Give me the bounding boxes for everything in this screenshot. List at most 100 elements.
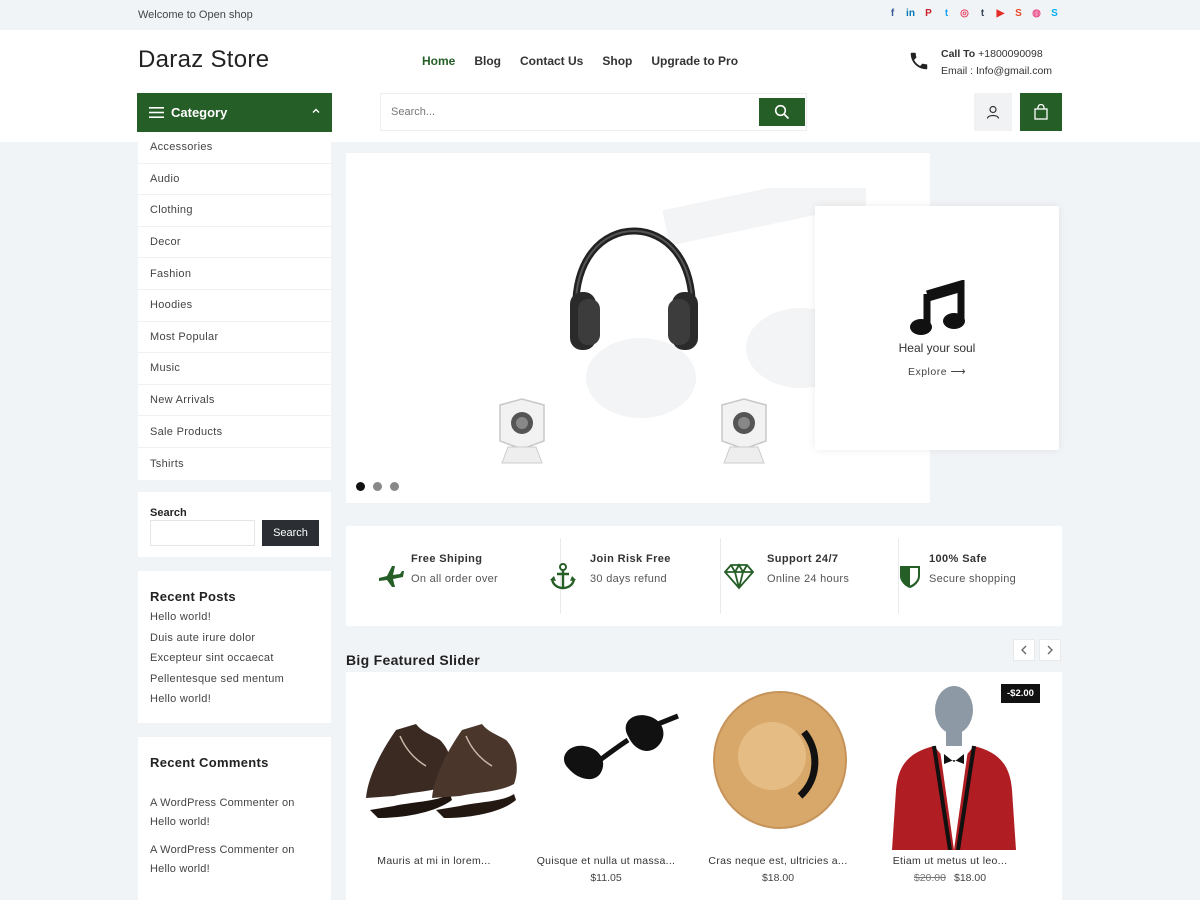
call-number[interactable]: +1800090098 [978, 48, 1043, 60]
featured-products: Mauris at mi in lorem... Quisque et null… [346, 672, 1062, 900]
product-card[interactable]: Cras neque est, ultricies a... $18.00 [692, 672, 864, 900]
feature-item: Join Risk Free 30 days refund [549, 538, 721, 614]
main-nav: Home Blog Contact Us Shop Upgrade to Pro [422, 54, 738, 68]
search-icon [774, 104, 790, 120]
nav-blog[interactable]: Blog [474, 54, 501, 68]
product-name[interactable]: Quisque et nulla ut massa... [520, 855, 692, 867]
product-name[interactable]: Cras neque est, ultricies a... [692, 855, 864, 867]
site-header: Daraz Store Home Blog Contact Us Shop Up… [0, 30, 1200, 142]
stumbleupon-icon[interactable]: S [1013, 8, 1024, 19]
slider-dot[interactable] [390, 482, 399, 491]
facebook-icon[interactable]: f [887, 8, 898, 19]
feature-subtitle: 30 days refund [590, 573, 667, 585]
recent-post-link[interactable]: Hello world! [150, 693, 284, 714]
recent-post-link[interactable]: Pellentesque sed mentum [150, 673, 284, 694]
search-widget: Search Search [138, 492, 331, 557]
phone-icon [910, 52, 928, 70]
chevron-up-icon [312, 108, 320, 113]
recent-post-link[interactable]: Duis aute irure dolor [150, 632, 284, 653]
youtube-icon[interactable]: ▶ [995, 8, 1006, 19]
category-item[interactable]: Audio [138, 164, 331, 196]
comment-author[interactable]: A WordPress Commenter [150, 797, 279, 809]
product-card[interactable]: Quisque et nulla ut massa... $11.05 [520, 672, 692, 900]
feature-title: Join Risk Free [590, 553, 671, 565]
recent-post-link[interactable]: Hello world! [150, 611, 284, 632]
nav-shop[interactable]: Shop [602, 54, 632, 68]
category-item[interactable]: Most Popular [138, 322, 331, 354]
twitter-icon[interactable]: t [941, 8, 952, 19]
product-image-straw-hat [713, 691, 847, 829]
site-logo[interactable]: Daraz Store [138, 46, 269, 74]
product-name[interactable]: Mauris at mi in lorem... [348, 855, 520, 867]
comment-item: A WordPress Commenter on Hello world! [150, 794, 295, 832]
product-image-sunglasses [563, 713, 679, 780]
comment-on: on [281, 844, 295, 856]
sale-badge: -$2.00 [1001, 684, 1040, 703]
speaker-right-image [721, 398, 767, 464]
search-button[interactable] [759, 98, 805, 126]
user-icon [986, 105, 1000, 119]
category-item[interactable]: Decor [138, 227, 331, 259]
category-item[interactable]: Tshirts [138, 448, 331, 480]
category-item[interactable]: New Arrivals [138, 385, 331, 417]
features-bar: Free Shiping On all order over Join Risk… [346, 526, 1062, 626]
shopping-bag-icon [1034, 104, 1048, 120]
airplane-icon [379, 566, 404, 587]
nav-home[interactable]: Home [422, 54, 455, 68]
nav-contact-us[interactable]: Contact Us [520, 54, 583, 68]
product-old-price: $20.00 [913, 872, 946, 884]
linkedin-icon[interactable]: in [905, 8, 916, 19]
feature-subtitle: On all order over [411, 573, 499, 585]
top-bar: Welcome to Open shop f in Pt ◎ t ▶ S ◍ S [0, 0, 1200, 30]
pinterest-icon[interactable]: P [923, 8, 934, 19]
category-item[interactable]: Sale Products [138, 416, 331, 448]
slider-dot[interactable] [356, 482, 365, 491]
explore-link[interactable]: Explore ⟶ [815, 366, 1059, 378]
diamond-icon [723, 563, 755, 590]
nav-upgrade-to-pro[interactable]: Upgrade to Pro [651, 54, 738, 68]
comment-author[interactable]: A WordPress Commenter [150, 844, 279, 856]
email-line[interactable]: Email : Info@gmail.com [941, 65, 1052, 77]
account-button[interactable] [974, 93, 1012, 131]
category-toggle[interactable]: Category [137, 93, 332, 132]
category-item[interactable]: Clothing [138, 195, 331, 227]
category-item[interactable]: Hoodies [138, 290, 331, 322]
slider-next-button[interactable] [1039, 639, 1061, 661]
product-card[interactable]: Mauris at mi in lorem... [348, 672, 520, 900]
speaker-left-image [499, 398, 545, 464]
product-price: $18.00 [761, 872, 795, 884]
promo-card: Heal your soul Explore ⟶ [815, 206, 1059, 450]
slider-prev-button[interactable] [1013, 639, 1035, 661]
product-price: $11.05 [590, 872, 622, 884]
slider-dot[interactable] [373, 482, 382, 491]
product-card[interactable]: Etiam ut metus ut leo... $20.00 $18.00 [864, 672, 1036, 900]
instagram-icon[interactable]: ◎ [959, 8, 970, 19]
comment-post-link[interactable]: Hello world! [150, 863, 210, 875]
tumblr-icon[interactable]: t [977, 8, 988, 19]
cart-button[interactable] [1020, 93, 1062, 131]
category-list: Accessories Audio Clothing Decor Fashion Hood… [138, 132, 331, 480]
feature-title: Support 24/7 [767, 553, 839, 565]
product-image-shoes [366, 724, 517, 818]
explore-label: Explore [907, 366, 948, 378]
category-label: Category [171, 105, 228, 120]
feature-item: Support 24/7 Online 24 hours [723, 538, 899, 614]
product-name[interactable]: Etiam ut metus ut leo... [864, 855, 1036, 867]
slider-dots [356, 482, 399, 491]
category-item[interactable]: Accessories [138, 132, 331, 164]
arrow-right-icon: ⟶ [950, 366, 967, 378]
dribbble-icon[interactable]: ◍ [1031, 8, 1042, 19]
recent-posts-list: Hello world! Duis aute irure dolor Excepte… [150, 611, 284, 714]
welcome-text: Welcome to Open shop [138, 9, 253, 21]
search-input[interactable] [381, 94, 759, 130]
comment-post-link[interactable]: Hello world! [150, 816, 210, 828]
skype-icon[interactable]: S [1049, 8, 1060, 19]
promo-tagline: Heal your soul [898, 341, 976, 355]
sidebar-search-input[interactable] [150, 520, 255, 546]
recent-comments-title: Recent Comments [150, 755, 269, 770]
recent-post-link[interactable]: Excepteur sint occaecat [150, 652, 284, 673]
category-item[interactable]: Music [138, 353, 331, 385]
category-item[interactable]: Fashion [138, 258, 331, 290]
music-note-icon [910, 280, 965, 335]
sidebar-search-button[interactable]: Search [262, 520, 319, 546]
